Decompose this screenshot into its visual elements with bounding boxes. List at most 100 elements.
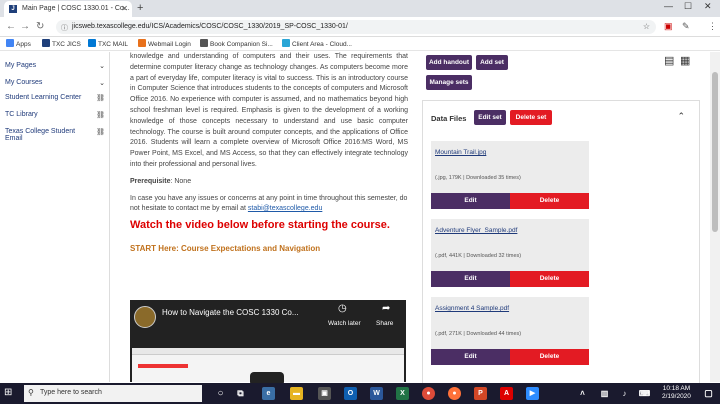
clock-icon[interactable]: ◷ [338, 303, 347, 315]
prerequisite-line: Prerequisite: None [130, 177, 408, 188]
minimize-icon[interactable]: — [664, 1, 673, 11]
reload-icon[interactable]: ↻ [36, 21, 44, 32]
file-name-link[interactable]: Assignment 4 Sample.pdf [435, 305, 509, 312]
jics-icon [42, 39, 50, 47]
edit-file-button[interactable]: Edit [431, 349, 510, 365]
keyboard-icon[interactable]: ⌨ [638, 387, 651, 400]
word-icon[interactable]: W [370, 387, 383, 400]
close-tab-icon[interactable]: ✕ [121, 4, 128, 13]
sidebar-item-my-courses[interactable]: My Courses ⌄ [5, 79, 105, 87]
watch-later-button[interactable]: Watch later [328, 319, 361, 330]
notification-icon[interactable]: ▢ [702, 387, 715, 400]
instructor-email-link[interactable]: stabi@texascollege.edu [248, 205, 322, 212]
main-content: knowledge and understanding of computers… [130, 52, 408, 386]
prerequisite-value: : None [170, 177, 192, 185]
manage-sets-button[interactable]: Manage sets [426, 75, 472, 90]
watch-video-heading: Watch the video below before starting th… [130, 219, 390, 232]
info-icon[interactable]: ⓘ [61, 23, 68, 33]
link-icon: ⛓ [96, 129, 105, 136]
new-tab-icon[interactable]: + [137, 2, 143, 14]
forward-icon[interactable]: → [20, 21, 30, 32]
volume-icon[interactable]: ♪ [618, 387, 631, 400]
start-here-heading: START Here: Course Expectations and Navi… [130, 243, 321, 253]
file-info: (.pdf, 271K | Downloaded 44 times) [435, 331, 522, 337]
embedded-video[interactable]: How to Navigate the COSC 1330 Co... ◷ ➦ … [130, 300, 406, 386]
clock-time: 10:18 AM [662, 385, 691, 392]
tray-chevron-icon[interactable]: ˄ [576, 387, 589, 400]
bookmark-book-companion[interactable]: Book Companion Si... [200, 39, 273, 48]
cortana-icon[interactable]: ○ [214, 387, 227, 400]
firefox-icon[interactable]: ● [448, 387, 461, 400]
bookmark-txc-mail[interactable]: TXC MAIL [88, 39, 128, 48]
sidebar-item-student-learning-center[interactable]: Student Learning Center ⛓ [5, 94, 105, 102]
bookmark-apps[interactable]: Apps [6, 39, 31, 48]
collapse-icon[interactable]: ⌃ [677, 111, 685, 122]
bookmark-star-icon[interactable]: ☆ [643, 22, 650, 31]
globe-icon [200, 39, 208, 47]
chevron-down-icon[interactable]: ⌄ [99, 62, 105, 70]
file-name-link[interactable]: Mountain Trail.jpg [435, 149, 486, 156]
chrome-icon[interactable]: ● [422, 387, 435, 400]
video-title[interactable]: How to Navigate the COSC 1330 Co... [162, 308, 299, 319]
excel-icon[interactable]: X [396, 387, 409, 400]
sidebar-item-student-email[interactable]: Texas College Student Email ⛓ [5, 128, 105, 142]
menu-icon[interactable]: ⋮ [708, 21, 717, 32]
file-info: (.jpg, 179K | Downloaded 35 times) [435, 175, 521, 181]
delete-file-button[interactable]: Delete [510, 271, 589, 287]
delete-set-button[interactable]: Delete set [510, 110, 552, 125]
bookmarks-bar: Apps TXC JICS TXC MAIL Webmail Login Boo… [0, 37, 720, 51]
file-card: Adventure Flyer_Sample.pdf (.pdf, 441K |… [431, 219, 589, 287]
system-clock[interactable]: 10:18 AM 2/19/2020 [662, 385, 691, 401]
store-icon[interactable]: ▣ [318, 387, 331, 400]
course-description: knowledge and understanding of computers… [130, 53, 408, 168]
mail-icon [88, 39, 96, 47]
add-set-button[interactable]: Add set [476, 55, 508, 70]
file-name-link[interactable]: Adventure Flyer_Sample.pdf [435, 227, 517, 234]
taskbar-search[interactable]: ⚲ Type here to search [24, 385, 202, 402]
sidebar-item-tc-library[interactable]: TC Library ⛓ [5, 111, 105, 119]
scrollbar-thumb[interactable] [712, 72, 718, 232]
preview-nav [132, 348, 404, 355]
page-scrollbar[interactable] [710, 52, 720, 382]
edge-icon[interactable]: e [262, 387, 275, 400]
link-icon: ⛓ [96, 112, 105, 119]
right-panel: Add handout Add set Manage sets ▤ ▦ Data… [420, 52, 700, 390]
delete-file-button[interactable]: Delete [510, 193, 589, 209]
back-icon[interactable]: ← [6, 21, 16, 32]
close-window-icon[interactable]: ✕ [704, 1, 712, 12]
powerpoint-icon[interactable]: P [474, 387, 487, 400]
bookmark-webmail[interactable]: Webmail Login [138, 39, 191, 48]
network-icon[interactable]: ▥ [598, 387, 611, 400]
data-files-section: Data Files Edit set Delete set ⌃ Mountai… [422, 100, 700, 390]
sidebar-item-my-pages[interactable]: My Pages ⌄ [5, 62, 105, 70]
list-view-icon[interactable]: ▤ [664, 54, 674, 67]
windows-start-icon[interactable]: ⊞ [4, 387, 16, 399]
outlook-icon[interactable]: O [344, 387, 357, 400]
add-handout-button[interactable]: Add handout [426, 55, 472, 70]
acrobat-icon[interactable]: A [500, 387, 513, 400]
browser-tab[interactable]: J Main Page | COSC 1330.01 - Co... ✕ [4, 1, 132, 17]
channel-avatar[interactable] [134, 306, 156, 328]
edit-set-button[interactable]: Edit set [474, 110, 506, 125]
bookmark-client-area[interactable]: Client Area - Cloud... [282, 39, 352, 48]
edit-file-button[interactable]: Edit [431, 271, 510, 287]
pdf-extension-icon[interactable]: ▣ [664, 21, 673, 32]
cloud-icon [282, 39, 290, 47]
grid-view-icon[interactable]: ▦ [680, 54, 690, 67]
browser-tab-bar: J Main Page | COSC 1330.01 - Co... ✕ + —… [0, 0, 720, 17]
zoom-icon[interactable]: ▶ [526, 387, 539, 400]
edit-file-button[interactable]: Edit [431, 193, 510, 209]
maximize-icon[interactable]: ☐ [684, 1, 692, 12]
url-bar[interactable]: ⓘ jicsweb.texascollege.edu/ICS/Academics… [56, 20, 656, 34]
data-files-title: Data Files [431, 114, 467, 123]
bookmark-txc-jics[interactable]: TXC JICS [42, 39, 81, 48]
share-button[interactable]: Share [376, 319, 393, 330]
file-explorer-icon[interactable]: ▬ [290, 387, 303, 400]
preview-highlight [138, 364, 188, 368]
extension-icon[interactable]: ✎ [682, 21, 690, 32]
task-view-icon[interactable]: ⧉ [234, 387, 247, 400]
chevron-down-icon[interactable]: ⌄ [99, 79, 105, 87]
delete-file-button[interactable]: Delete [510, 349, 589, 365]
clock-date: 2/19/2020 [662, 393, 691, 400]
share-icon[interactable]: ➦ [382, 303, 390, 315]
